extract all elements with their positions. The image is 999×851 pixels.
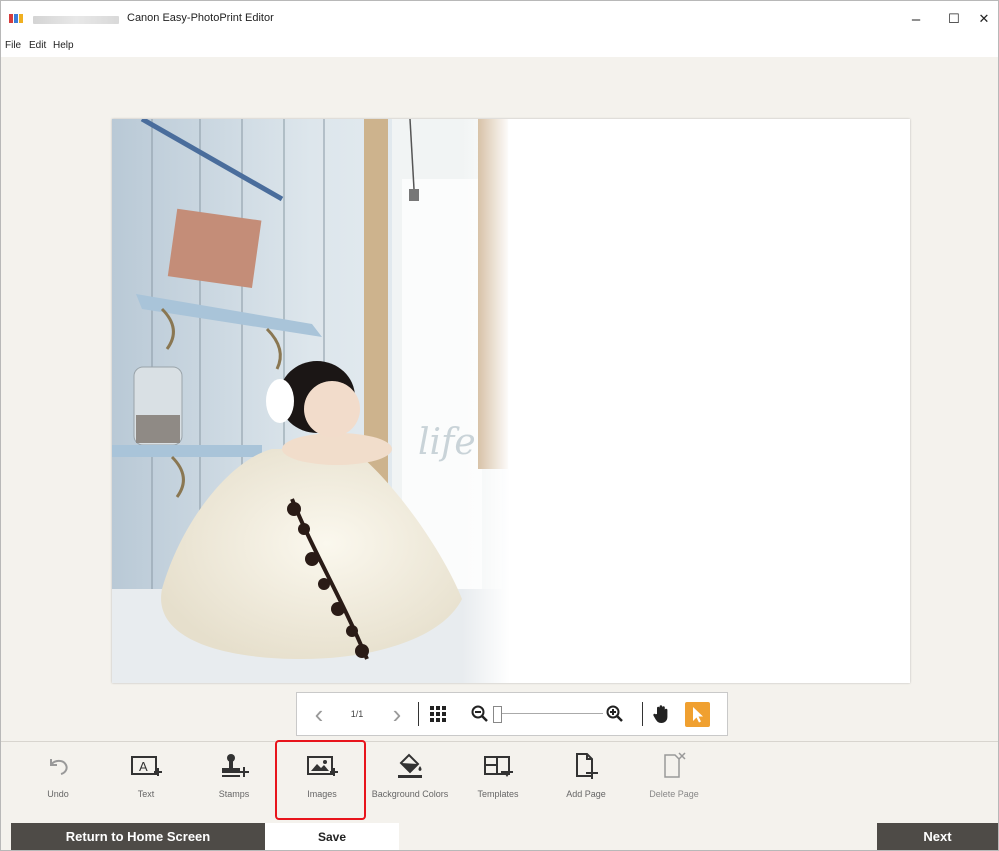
undo-icon xyxy=(13,752,103,780)
thumbnail-grid-icon[interactable] xyxy=(430,706,446,722)
window-title: Canon Easy-PhotoPrint Editor xyxy=(127,12,274,24)
title-bar: Canon Easy-PhotoPrint Editor – ☐ ✕ xyxy=(1,1,998,37)
templates-button[interactable]: Templates xyxy=(453,742,543,824)
delete-page-icon xyxy=(629,752,719,780)
images-highlight-frame xyxy=(275,740,366,820)
menu-file[interactable]: File xyxy=(5,40,21,51)
templates-label: Templates xyxy=(477,789,519,799)
stamps-label: Stamps xyxy=(218,789,250,799)
cursor-arrow-icon xyxy=(693,707,703,723)
maximize-button[interactable]: ☐ xyxy=(937,7,971,31)
photo-image[interactable]: life xyxy=(112,119,510,683)
background-colors-button[interactable]: Background Colors xyxy=(365,742,455,824)
divider xyxy=(418,702,419,726)
zoom-out-icon[interactable] xyxy=(471,705,489,723)
menu-edit[interactable]: Edit xyxy=(29,40,46,51)
undo-button[interactable]: Undo xyxy=(13,742,103,824)
text-button[interactable]: A Text xyxy=(101,742,191,824)
menu-help[interactable]: Help xyxy=(53,40,74,51)
stamps-button[interactable]: Stamps xyxy=(189,742,279,824)
background-colors-label: Background Colors xyxy=(371,789,449,799)
app-window: Canon Easy-PhotoPrint Editor – ☐ ✕ File … xyxy=(0,0,999,851)
text-icon: A xyxy=(101,752,191,780)
return-home-button[interactable]: Return to Home Screen xyxy=(11,823,265,850)
svg-text:A: A xyxy=(139,759,148,774)
page-indicator: 1/1 xyxy=(350,709,364,719)
delete-page-button[interactable]: Delete Page xyxy=(629,742,719,824)
title-redacted xyxy=(33,16,119,24)
close-button[interactable]: ✕ xyxy=(967,7,998,31)
layout-page[interactable]: life xyxy=(112,119,910,683)
next-page-button[interactable]: › xyxy=(383,699,411,729)
zoom-slider-handle[interactable] xyxy=(493,706,502,723)
add-page-icon xyxy=(541,752,631,780)
delete-page-label: Delete Page xyxy=(649,789,699,799)
paint-bucket-icon xyxy=(365,752,455,780)
previous-page-button[interactable]: ‹ xyxy=(305,699,333,729)
next-button[interactable]: Next xyxy=(877,823,998,850)
hand-tool-icon[interactable] xyxy=(653,704,671,724)
select-tool-button[interactable] xyxy=(685,702,710,727)
bottom-action-bar: Return to Home Screen Save Next xyxy=(1,823,998,850)
app-logo-icon xyxy=(9,14,23,23)
zoom-in-icon[interactable] xyxy=(606,705,624,723)
menu-bar: File Edit Help xyxy=(1,37,998,57)
text-label: Text xyxy=(137,789,155,799)
stamp-icon xyxy=(189,752,279,780)
templates-icon xyxy=(453,752,543,780)
zoom-slider-track[interactable] xyxy=(493,713,603,714)
divider xyxy=(642,702,643,726)
save-button[interactable]: Save xyxy=(265,823,399,850)
photo-caption-text: life xyxy=(418,422,476,463)
undo-label: Undo xyxy=(47,789,69,799)
minimize-button[interactable]: – xyxy=(899,7,933,31)
add-page-label: Add Page xyxy=(566,789,606,799)
edit-toolbar: Undo A Text Stamps Images Background Col… xyxy=(1,741,998,824)
page-navigation-bar: ‹ 1/1 › xyxy=(296,692,728,736)
add-page-button[interactable]: Add Page xyxy=(541,742,631,824)
editing-workspace: life ‹ 1/1 › xyxy=(1,57,998,741)
